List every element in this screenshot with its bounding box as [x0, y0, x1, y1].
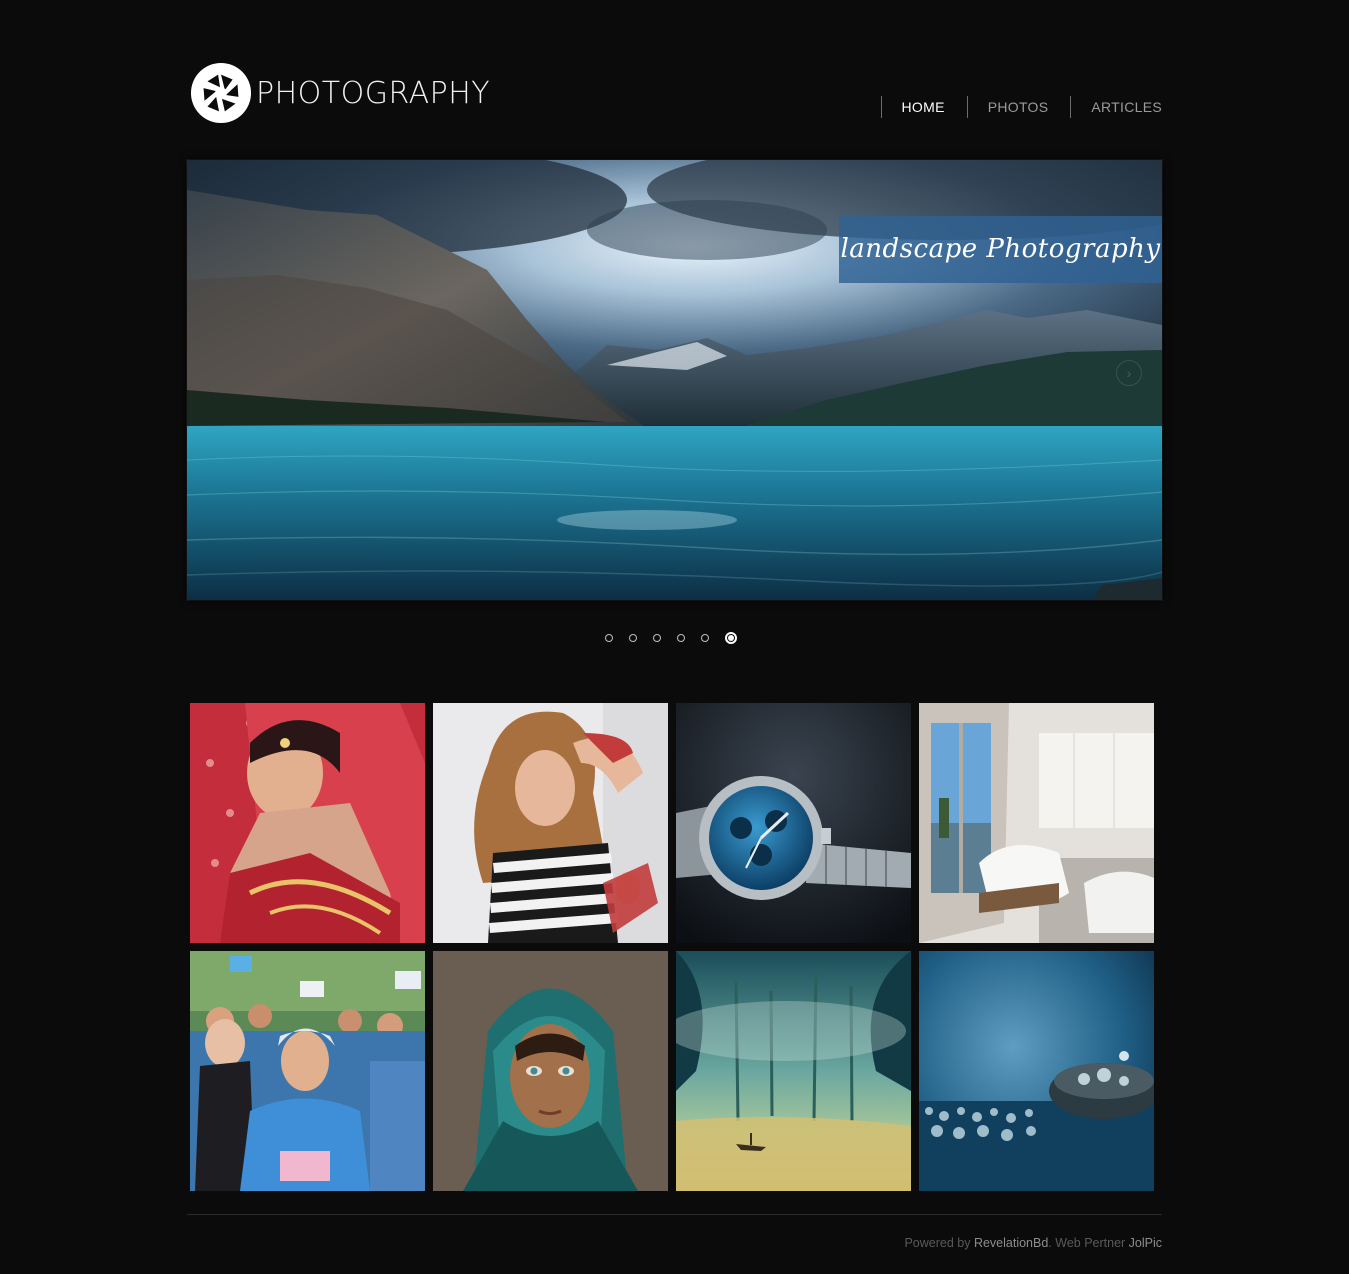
photo-gallery — [190, 703, 1158, 1191]
footer-prefix: Powered by — [904, 1236, 974, 1250]
footer-partner-link[interactable]: JolPic — [1129, 1236, 1162, 1250]
site-logo[interactable]: PHOTOGRAPHY — [190, 61, 490, 125]
gallery-tile-living-room-interior[interactable] — [919, 703, 1154, 943]
headscarf-portrait-image — [433, 951, 668, 1191]
slider-dot-3[interactable] — [653, 634, 661, 642]
logo-text: PHOTOGRAPHY — [256, 75, 491, 111]
wristwatch-image — [676, 703, 911, 943]
slider-pagination — [605, 632, 753, 644]
water-drops-macro-image — [919, 951, 1154, 1191]
gallery-tile-striped-top-portrait[interactable] — [433, 703, 668, 943]
gallery-tile-bride-portrait[interactable] — [190, 703, 425, 943]
gallery-tile-water-drops-macro[interactable] — [919, 951, 1154, 1191]
slider-dot-6[interactable] — [725, 632, 737, 644]
footer-separator: . Web Pertner — [1048, 1236, 1129, 1250]
hero-slider[interactable]: landscape Photography › — [187, 160, 1162, 600]
striped-top-portrait-image — [433, 703, 668, 943]
slider-dot-2[interactable] — [629, 634, 637, 642]
slider-dot-4[interactable] — [677, 634, 685, 642]
march-crowd-image — [190, 951, 425, 1191]
footer-credits: Powered by RevelationBd. Web Pertner Jol… — [904, 1236, 1162, 1250]
gallery-tile-misty-forest-lake[interactable] — [676, 951, 911, 1191]
nav-home[interactable]: HOME — [880, 96, 945, 118]
gallery-tile-march-crowd[interactable] — [190, 951, 425, 1191]
misty-forest-lake-image — [676, 951, 911, 1191]
slide-caption: landscape Photography — [839, 216, 1162, 283]
footer-divider — [187, 1214, 1162, 1215]
gallery-tile-headscarf-portrait[interactable] — [433, 951, 668, 1191]
aperture-logo-icon — [190, 62, 252, 124]
slider-dot-5[interactable] — [701, 634, 709, 642]
gallery-tile-wristwatch[interactable] — [676, 703, 911, 943]
nav-articles[interactable]: ARTICLES — [1070, 96, 1162, 118]
main-nav: HOME PHOTOS ARTICLES — [859, 96, 1162, 118]
living-room-interior-image — [919, 703, 1154, 943]
page: PHOTOGRAPHY HOME PHOTOS ARTICLES landsca… — [0, 0, 1349, 1274]
footer-company-link[interactable]: RevelationBd — [974, 1236, 1048, 1250]
slider-dot-1[interactable] — [605, 634, 613, 642]
bride-portrait-image — [190, 703, 425, 943]
chevron-right-icon[interactable]: › — [1116, 360, 1142, 386]
nav-photos[interactable]: PHOTOS — [966, 96, 1049, 118]
